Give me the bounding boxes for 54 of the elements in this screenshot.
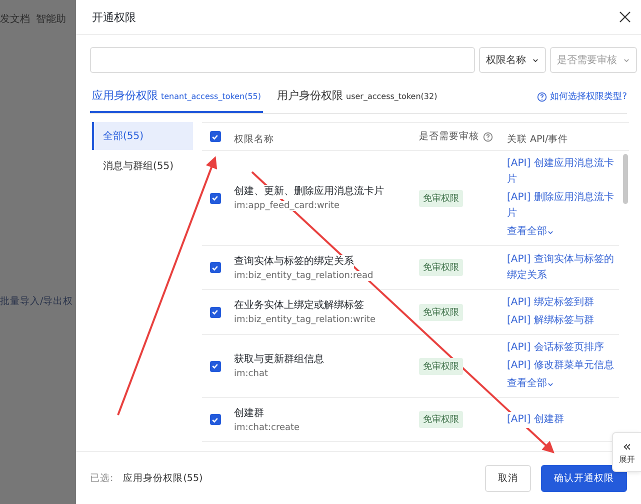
- help-icon: [537, 92, 548, 102]
- help-link[interactable]: 如何选择权限类型?: [537, 90, 627, 113]
- permission-scope: im:chat:create: [234, 422, 300, 432]
- review-tag: 免审权限: [419, 411, 463, 428]
- permission-name: 创建、更新、删除应用消息流卡片: [234, 185, 384, 199]
- check-icon: [211, 362, 219, 370]
- dialog-title: 开通权限: [92, 10, 136, 24]
- category-item[interactable]: 消息与群组(55): [92, 152, 193, 180]
- permission-name: 查询实体与标签的绑定关系: [234, 254, 354, 268]
- column-header: 是否需要审核: [419, 130, 479, 143]
- check-icon: [211, 132, 219, 140]
- chevron-down-icon: [547, 228, 554, 236]
- close-icon[interactable]: [619, 11, 631, 23]
- review-tag: 免审权限: [419, 304, 463, 320]
- review-tag: 免审权限: [419, 259, 463, 276]
- chevron-down-icon: [623, 56, 630, 64]
- cancel-button[interactable]: 取消: [485, 464, 531, 492]
- checkbox[interactable]: [210, 360, 220, 372]
- checkbox[interactable]: [210, 306, 220, 318]
- tab[interactable]: 用户身份权限 user_access_token(32): [275, 88, 440, 113]
- checkbox[interactable]: [210, 131, 220, 142]
- check-icon: [211, 194, 219, 202]
- check-icon: [211, 416, 219, 424]
- filter-dropdown[interactable]: 是否需要审核: [550, 47, 637, 73]
- permission-scope: im:chat: [234, 369, 268, 379]
- scrollbar[interactable]: [623, 154, 628, 204]
- column-header: 关联 API/事件: [507, 134, 568, 145]
- check-icon: [211, 308, 219, 316]
- checkbox[interactable]: [210, 262, 220, 273]
- expand-button[interactable]: « 展开: [612, 432, 641, 472]
- review-tag: 免审权限: [419, 358, 463, 374]
- nav-item[interactable]: 发文档: [0, 12, 30, 26]
- import-export-link[interactable]: 批量导入/导出权: [0, 295, 76, 308]
- category-item[interactable]: 全部(55): [92, 122, 193, 150]
- permission-name: 创建群: [234, 406, 264, 420]
- selected-value: 应用身份权限(55): [123, 472, 203, 484]
- api-link[interactable]: [API] 创建群: [507, 412, 564, 428]
- column-header: 权限名称: [234, 134, 274, 145]
- permission-scope: im:biz_entity_tag_relation:read: [234, 270, 374, 280]
- checkbox[interactable]: [210, 192, 220, 204]
- permission-scope: im:biz_entity_tag_relation:write: [234, 315, 376, 325]
- tab[interactable]: 应用身份权限 tenant_access_token(55): [90, 88, 263, 113]
- question-icon[interactable]: [483, 132, 493, 142]
- checkbox[interactable]: [210, 414, 220, 425]
- permission-scope: im:app_feed_card:write: [234, 201, 340, 211]
- search-field[interactable]: [90, 47, 475, 73]
- review-tag: 免审权限: [419, 190, 463, 206]
- nav-item[interactable]: 智能助: [36, 12, 66, 26]
- chevron-down-icon: [547, 380, 554, 388]
- selected-label: 已选:: [90, 472, 114, 484]
- filter-dropdown[interactable]: 权限名称: [479, 47, 546, 73]
- confirm-button[interactable]: 确认开通权限: [541, 464, 627, 492]
- check-icon: [211, 264, 219, 272]
- chevron-down-icon: [532, 56, 539, 64]
